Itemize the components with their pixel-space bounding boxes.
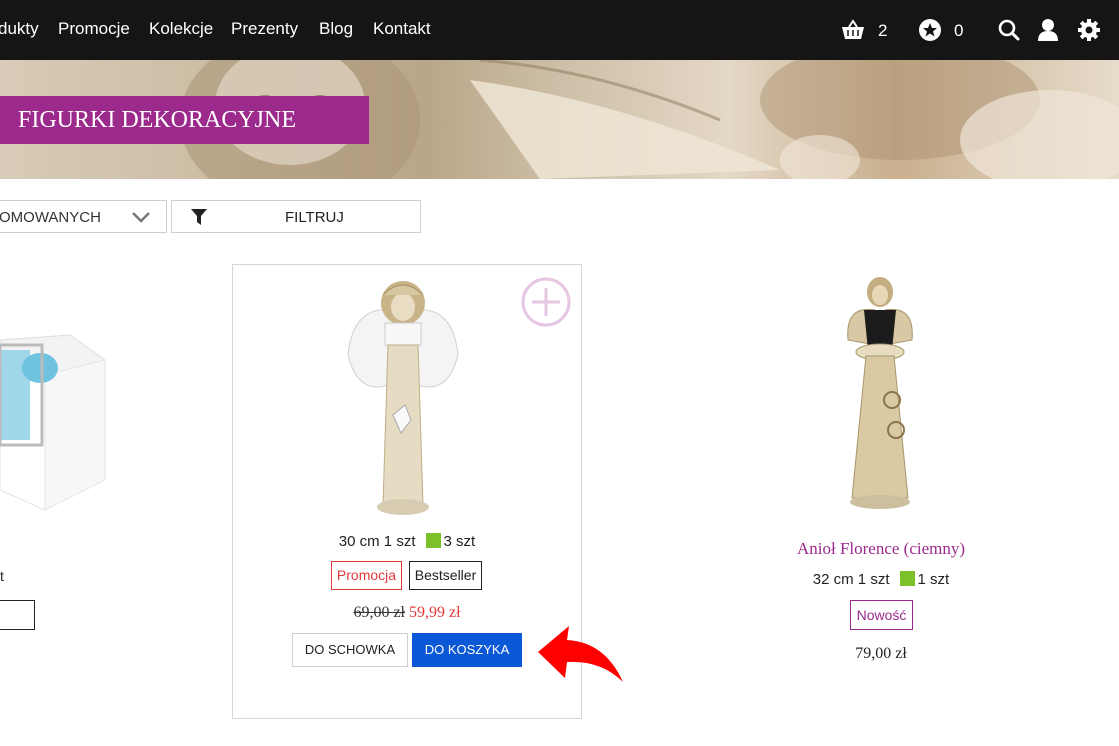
user-icon[interactable] (1035, 17, 1061, 43)
cart-count: 2 (878, 21, 888, 40)
stock-indicator (425, 533, 441, 548)
nav-item-blog[interactable]: Blog (319, 19, 353, 39)
funnel-icon (191, 209, 207, 225)
badge-nowosc: Nowość (850, 600, 913, 630)
product-stock: 3 szt (443, 533, 476, 550)
nav-item-prezenty[interactable]: Prezenty (231, 19, 298, 39)
product-image[interactable] (343, 275, 463, 525)
left-product-badge (0, 600, 35, 630)
curved-arrow-icon (538, 626, 623, 682)
nav-item-promocje[interactable]: Promocje (58, 19, 130, 39)
product-name-link[interactable]: Anioł Florence (ciemny) (700, 539, 1062, 559)
product-price-florence: 79,00 zł (855, 645, 907, 662)
product-size-florence: 32 cm 1 szt (812, 571, 890, 588)
category-banner: FIGURKI DEKORACYJNE (0, 60, 1119, 179)
new-price: 59,99 zł (409, 604, 461, 621)
favorites-count: 0 (954, 21, 964, 40)
banner-title-box: FIGURKI DEKORACYJNE (0, 96, 369, 144)
old-price: 69,00 zł (353, 604, 405, 621)
product-variant-row-florence: 32 cm 1 szt 1 szt (700, 571, 1062, 588)
gear-icon[interactable] (1076, 17, 1102, 43)
nav-item-kontakt[interactable]: Kontakt (373, 19, 431, 39)
basket-icon[interactable] (840, 17, 866, 43)
filter-button[interactable]: FILTRUJ (171, 200, 421, 233)
product-price-row: 69,00 zł 59,99 zł (233, 604, 581, 622)
stock-indicator-florence (899, 571, 915, 586)
nav-item-produkty[interactable]: dukty (0, 19, 39, 39)
nav-item-kolekcje[interactable]: Kolekcje (149, 19, 213, 39)
product-stock-florence: 1 szt (917, 571, 950, 588)
add-to-wishlist-button[interactable]: DO SCHOWKA (292, 633, 408, 667)
left-product-image[interactable] (0, 320, 110, 530)
search-icon[interactable] (996, 17, 1022, 43)
product-image-florence[interactable] (830, 270, 930, 520)
sort-dropdown-value: OMOWANYCH (0, 209, 101, 226)
plus-circle-icon[interactable] (521, 277, 571, 327)
left-product-text-fragment: t (0, 568, 4, 584)
chevron-down-icon (132, 212, 150, 223)
badge-bestseller: Bestseller (409, 561, 482, 590)
filter-button-label: FILTRUJ (285, 209, 344, 226)
product-variant-row: 30 cm 1 szt 3 szt (233, 533, 581, 550)
product-card[interactable]: 30 cm 1 szt 3 szt Promocja Bestseller 69,… (232, 264, 582, 719)
sort-dropdown[interactable]: OMOWANYCH (0, 200, 167, 233)
add-to-cart-button[interactable]: DO KOSZYKA (412, 633, 522, 667)
product-size: 30 cm 1 szt (338, 533, 416, 550)
star-circle-icon[interactable] (917, 17, 943, 43)
page-title: FIGURKI DEKORACYJNE (18, 107, 297, 133)
badge-promocja: Promocja (331, 561, 402, 590)
top-nav: dukty Promocje Kolekcje Prezenty Blog Ko… (0, 0, 1119, 60)
